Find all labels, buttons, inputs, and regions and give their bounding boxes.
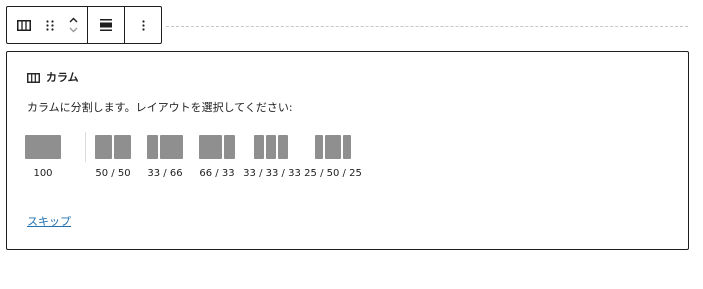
variation-50-50[interactable]: 50 / 50 bbox=[95, 132, 131, 182]
variation-label: 25 / 50 / 25 bbox=[304, 168, 362, 179]
block-outline-dashed bbox=[166, 26, 688, 27]
toolbar-group-align bbox=[88, 7, 125, 43]
variation-25-50-25[interactable]: 25 / 50 / 25 bbox=[304, 132, 362, 182]
align-wide-icon bbox=[100, 19, 112, 31]
block-mover bbox=[59, 7, 87, 43]
placeholder-instructions: カラムに分割します。レイアウトを選択してください: bbox=[27, 101, 293, 114]
chevron-up-icon bbox=[69, 17, 77, 23]
placeholder-label: カラム bbox=[27, 71, 79, 85]
placeholder-title: カラム bbox=[46, 71, 79, 84]
toolbar-group-block bbox=[7, 7, 88, 43]
move-up-button[interactable] bbox=[69, 17, 78, 23]
chevron-down-icon bbox=[69, 27, 77, 33]
variation-label: 100 bbox=[33, 168, 53, 179]
columns-placeholder: カラム カラムに分割します。レイアウトを選択してください: 100 50 / 5… bbox=[6, 51, 689, 250]
columns-icon bbox=[17, 19, 31, 31]
block-toolbar bbox=[6, 6, 162, 44]
variation-divider bbox=[85, 132, 86, 162]
variation-label: 33 / 66 bbox=[147, 168, 183, 179]
variation-25-50-25-icon bbox=[315, 135, 351, 159]
drag-handle-icon bbox=[46, 19, 54, 31]
columns-icon bbox=[27, 73, 40, 83]
drag-handle[interactable] bbox=[41, 7, 59, 43]
align-button[interactable] bbox=[88, 7, 124, 43]
toolbar-group-options bbox=[125, 7, 161, 43]
variation-66-33[interactable]: 66 / 33 bbox=[199, 132, 235, 182]
variation-33-66[interactable]: 33 / 66 bbox=[147, 132, 183, 182]
block-type-button[interactable] bbox=[7, 7, 41, 43]
variation-50-50-icon bbox=[95, 135, 131, 159]
variation-label: 50 / 50 bbox=[95, 168, 131, 179]
block-editor-canvas: カラム カラムに分割します。レイアウトを選択してください: 100 50 / 5… bbox=[0, 0, 703, 289]
variation-100-icon bbox=[25, 135, 61, 159]
more-options-button[interactable] bbox=[125, 7, 161, 43]
move-down-button[interactable] bbox=[69, 27, 78, 33]
variation-label: 33 / 33 / 33 bbox=[243, 168, 301, 179]
more-vertical-icon bbox=[141, 19, 145, 31]
variation-33-66-icon bbox=[147, 135, 183, 159]
variation-label: 66 / 33 bbox=[199, 168, 235, 179]
variation-100[interactable]: 100 bbox=[25, 132, 61, 182]
variation-66-33-icon bbox=[199, 135, 235, 159]
variation-33-33-33[interactable]: 33 / 33 / 33 bbox=[243, 132, 301, 182]
variation-33-33-33-icon bbox=[254, 135, 290, 159]
skip-link[interactable]: スキップ bbox=[27, 215, 71, 229]
